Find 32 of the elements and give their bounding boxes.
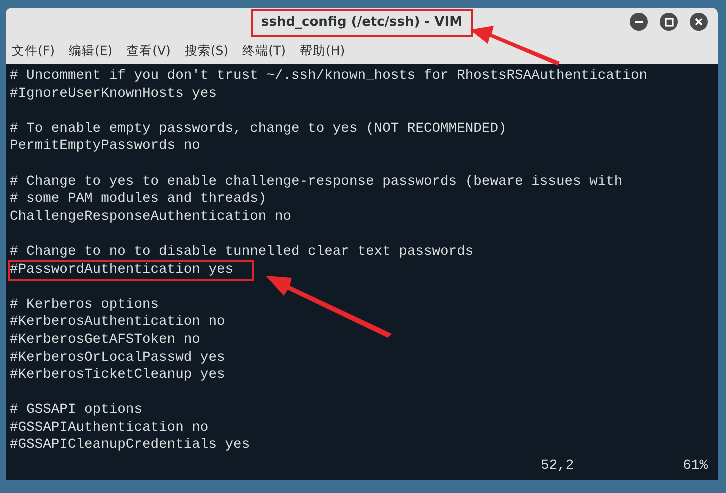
menu-item[interactable]: 查看(V) (124, 42, 173, 60)
code-line: # To enable empty passwords, change to yes (NOT RECOMMENDED) (10, 120, 508, 138)
code-line: # GSSAPI options (10, 402, 144, 420)
code-line: #KerberosOrLocalPasswd yes (10, 350, 226, 368)
menu-item[interactable]: 帮助(H) (298, 42, 348, 60)
minimize-icon (635, 18, 643, 26)
code-line: ChallengeResponseAuthentication no (10, 208, 293, 226)
maximize-button[interactable] (660, 13, 678, 31)
code-line: # Kerberos options (10, 296, 160, 314)
code-line: #KerberosTicketCleanup yes (10, 367, 226, 385)
code-line: #GSSAPICleanupCredentials yes (10, 437, 252, 456)
code-line: #KerberosGetAFSToken no (10, 332, 202, 350)
code-line: #IgnoreUserKnownHosts yes (10, 86, 218, 104)
maximize-icon (664, 18, 674, 26)
menu-item[interactable]: 搜索(S) (182, 42, 231, 60)
menu-item[interactable]: 编辑(E) (66, 42, 115, 60)
menu-item[interactable]: 文件(F) (10, 42, 57, 60)
close-button[interactable] (690, 13, 708, 31)
menu-item[interactable]: 终端(T) (240, 42, 288, 60)
code-line: #PasswordAuthentication yes (10, 262, 252, 280)
code-line: # Uncomment if you don't trust ~/.ssh/known_hosts for RhostsRSAAuthentication (10, 68, 649, 86)
code-line: # Change to yes to enable challenge-response passwords (beware issues with (10, 174, 624, 192)
window-title: sshd_config (/etc/ssh) - VIM (251, 9, 473, 37)
cursor-position: 52,2 (541, 458, 574, 476)
code-line: #GSSAPIAuthentication no (10, 420, 210, 438)
minimize-button[interactable] (630, 13, 648, 31)
code-line: # Change to no to disable tunnelled clear text passwords (10, 244, 475, 262)
code-line: PermitEmptyPasswords no (10, 138, 202, 156)
code-line: # some PAM modules and threads) (10, 191, 268, 209)
close-icon (695, 18, 703, 26)
code-line: #KerberosAuthentication no (10, 314, 226, 332)
scroll-percent: 61% (683, 458, 708, 476)
